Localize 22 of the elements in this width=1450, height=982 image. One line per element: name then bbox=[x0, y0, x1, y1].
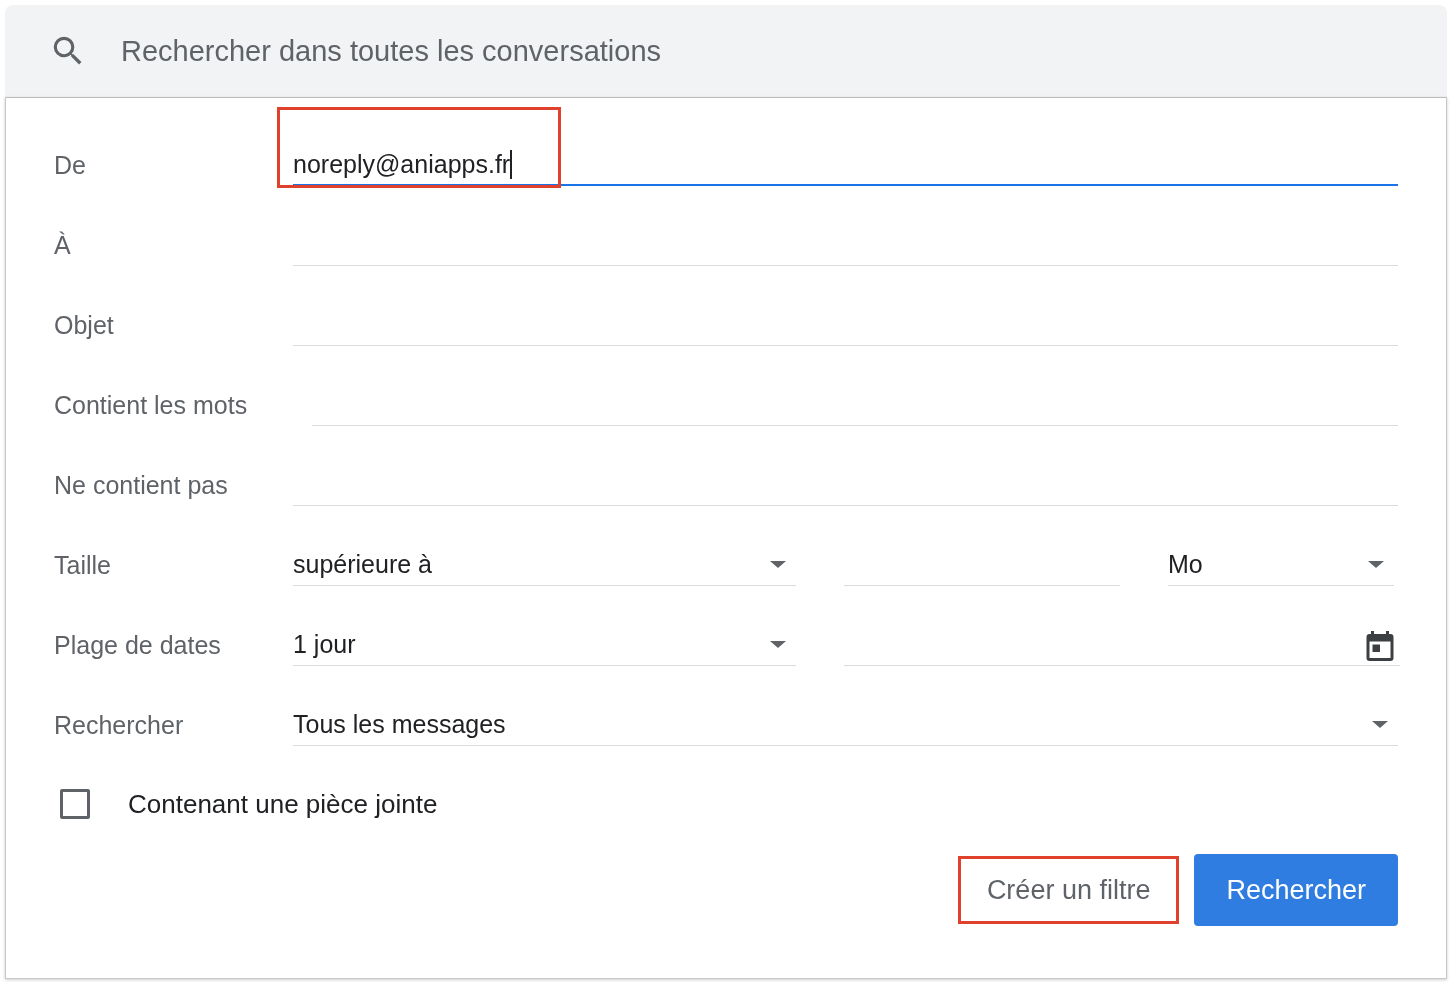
checkbox-label: Contenant une pièce jointe bbox=[128, 788, 438, 820]
unit-dropdown[interactable]: Mo bbox=[1168, 544, 1394, 586]
field-label: Ne contient pas bbox=[54, 471, 229, 501]
checkbox[interactable] bbox=[60, 789, 90, 819]
caret-icon bbox=[1372, 721, 1388, 728]
field-label: Rechercher bbox=[54, 711, 185, 741]
field-label: De bbox=[54, 151, 87, 181]
input-field[interactable]: noreply@aniapps.fr bbox=[293, 144, 1398, 186]
field-label: À bbox=[54, 231, 72, 261]
date-range-dropdown[interactable]: 1 jour bbox=[293, 624, 796, 666]
field-label: Plage de dates bbox=[54, 631, 222, 661]
search-field[interactable]: Rechercher dans toutes les conversations bbox=[119, 33, 1023, 69]
caret-icon bbox=[1368, 561, 1384, 568]
caret-icon bbox=[770, 561, 786, 568]
size-dropdown[interactable]: supérieure à bbox=[293, 544, 796, 586]
field-label: Contient les mots bbox=[54, 391, 249, 421]
field-label: Taille bbox=[54, 551, 112, 581]
search-scope-dropdown[interactable]: Tous les messages bbox=[293, 704, 1398, 746]
create-filter-button[interactable]: Créer un filtre bbox=[960, 859, 1177, 921]
caret-icon bbox=[770, 641, 786, 648]
search-button[interactable]: Rechercher bbox=[1194, 854, 1398, 926]
field-label: Objet bbox=[54, 311, 115, 341]
